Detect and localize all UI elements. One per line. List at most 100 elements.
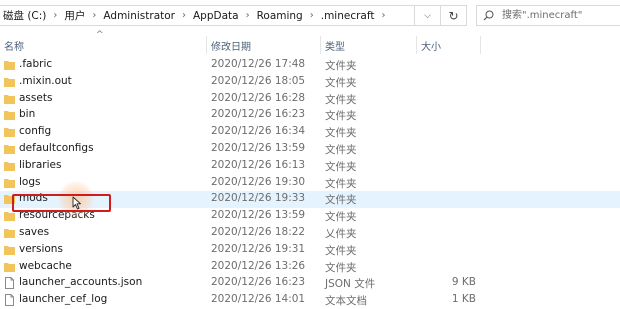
folder-icon	[4, 161, 15, 171]
file-type: 文件夹	[325, 194, 357, 207]
breadcrumb-drive[interactable]: 磁盘 (C:)	[0, 8, 49, 23]
file-type: 文件夹	[325, 244, 357, 257]
breadcrumb-users[interactable]: 用户	[61, 8, 88, 23]
folder-icon	[4, 144, 15, 154]
file-name: launcher_cef_log	[19, 293, 108, 306]
column-divider[interactable]	[320, 36, 321, 54]
file-date: 2020/12/26 17:48	[211, 58, 306, 70]
file-row-launcher-cef-log[interactable]: launcher_cef_log 2020/12/26 14:01 文本文档 1…	[0, 292, 620, 309]
file-icon	[5, 277, 14, 290]
folder-icon	[4, 94, 15, 104]
file-date: 2020/12/26 16:23	[211, 276, 306, 289]
file-date: 2020/12/26 16:13	[211, 158, 306, 171]
folder-icon	[4, 178, 15, 188]
column-divider[interactable]	[416, 36, 417, 54]
file-row-logs[interactable]: logs 2020/12/26 19:30 文件夹	[0, 175, 620, 192]
file-name: logs	[19, 175, 41, 188]
breadcrumb-administrator[interactable]: Administrator	[100, 10, 178, 22]
folder-icon	[4, 212, 15, 222]
folder-icon	[4, 128, 15, 138]
search-icon	[483, 10, 494, 21]
file-row-fabric[interactable]: .fabric 2020/12/26 17:48 文件夹	[0, 57, 620, 74]
breadcrumb[interactable]: 磁盘 (C:) › 用户 › Administrator › AppData ›…	[0, 5, 415, 26]
breadcrumb-roaming[interactable]: Roaming	[254, 10, 306, 22]
file-name: versions	[19, 242, 63, 255]
file-row-config[interactable]: config 2020/12/26 16:34 文件夹	[0, 124, 620, 141]
file-date: 2020/12/26 19:31	[211, 242, 306, 255]
file-row-mixin-out[interactable]: .mixin.out 2020/12/26 18:05 文件夹	[0, 74, 620, 91]
breadcrumb-separator-icon[interactable]: ›	[49, 10, 61, 21]
column-type[interactable]: 类型	[325, 38, 345, 53]
folder-icon	[4, 262, 15, 272]
file-name: launcher_accounts.json	[19, 276, 143, 289]
file-date: 2020/12/26 13:59	[211, 141, 306, 154]
file-type: 文件夹	[325, 127, 357, 140]
file-name: .mixin.out	[19, 74, 72, 87]
file-row-assets[interactable]: assets 2020/12/26 16:28 文件夹	[0, 91, 620, 108]
file-type: 文件夹	[325, 177, 357, 190]
folder-icon	[4, 77, 15, 87]
breadcrumb-separator-icon[interactable]: ›	[306, 10, 318, 21]
file-type: 乂件夹	[325, 227, 357, 240]
column-size[interactable]: 大小	[421, 38, 441, 53]
column-divider[interactable]	[480, 36, 481, 54]
file-list: .fabric 2020/12/26 17:48 文件夹 .mixin.out …	[0, 57, 620, 309]
file-date: 2020/12/26 18:22	[211, 225, 306, 238]
file-name: libraries	[19, 158, 62, 171]
highlight-annotation	[12, 194, 111, 212]
file-name: config	[19, 125, 52, 138]
file-row-libraries[interactable]: libraries 2020/12/26 16:13 文件夹	[0, 158, 620, 175]
file-name: defaultconfigs	[19, 141, 94, 154]
breadcrumb-separator-icon[interactable]: ›	[178, 10, 190, 21]
chevron-down-icon: ⌵	[424, 10, 431, 21]
file-type: 文件夹	[325, 76, 357, 89]
search-box[interactable]	[476, 5, 620, 26]
file-type: 文件夹	[325, 211, 357, 224]
refresh-button[interactable]: ↻	[441, 5, 467, 26]
file-row-webcache[interactable]: webcache 2020/12/26 13:26 文件夹	[0, 259, 620, 276]
folder-icon	[4, 111, 15, 121]
file-date: 2020/12/26 13:26	[211, 259, 306, 272]
file-row-bin[interactable]: bin 2020/12/26 16:23 文件夹	[0, 107, 620, 124]
address-dropdown-button[interactable]: ⌵	[415, 5, 441, 26]
address-bar: 磁盘 (C:) › 用户 › Administrator › AppData ›…	[0, 0, 620, 34]
breadcrumb-separator-icon[interactable]: ›	[242, 10, 254, 21]
file-type: 文件夹	[325, 143, 357, 156]
file-date: 2020/12/26 14:01	[211, 293, 306, 306]
mouse-cursor-icon	[72, 196, 81, 210]
file-date: 2020/12/26 16:28	[211, 91, 306, 104]
breadcrumb-separator-icon[interactable]: ›	[88, 10, 100, 21]
file-size: 9 KB	[451, 276, 476, 289]
file-name: assets	[19, 91, 53, 104]
file-type: 文件夹	[325, 93, 357, 106]
file-row-defaultconfigs[interactable]: defaultconfigs 2020/12/26 13:59 文件夹	[0, 141, 620, 158]
file-date: 2020/12/26 16:23	[211, 108, 306, 121]
folder-icon	[4, 245, 15, 255]
refresh-icon: ↻	[448, 8, 459, 23]
breadcrumb-appdata[interactable]: AppData	[190, 10, 242, 22]
file-type: 文件夹	[325, 160, 357, 173]
column-name[interactable]: 名称	[4, 38, 24, 53]
breadcrumb-minecraft[interactable]: .minecraft	[318, 10, 378, 22]
column-divider[interactable]	[206, 36, 207, 54]
file-type: 文件夹	[325, 60, 357, 72]
file-date: 2020/12/26 18:05	[211, 74, 306, 87]
file-row-versions[interactable]: versions 2020/12/26 19:31 文件夹	[0, 242, 620, 259]
file-name: saves	[19, 225, 50, 238]
search-input[interactable]	[500, 9, 614, 22]
file-date: 2020/12/26 19:30	[211, 175, 306, 188]
file-name: bin	[19, 108, 36, 121]
file-size: 1 KB	[451, 293, 476, 306]
file-row-launcher-accounts-json[interactable]: launcher_accounts.json 2020/12/26 16:23 …	[0, 275, 620, 292]
column-header: 名称 修改日期 类型 大小	[0, 36, 620, 54]
folder-icon	[4, 61, 15, 70]
file-name: webcache	[19, 259, 72, 272]
file-name: .fabric	[19, 58, 53, 70]
column-date[interactable]: 修改日期	[211, 38, 251, 53]
file-date: 2020/12/26 16:34	[211, 125, 306, 138]
file-row-saves[interactable]: saves 2020/12/26 18:22 乂件夹	[0, 225, 620, 242]
file-type: 文件夹	[325, 261, 357, 274]
file-type: JSON 文件	[325, 278, 376, 291]
file-type: 文本文档	[325, 295, 367, 308]
breadcrumb-separator-icon[interactable]: ›	[378, 10, 390, 21]
